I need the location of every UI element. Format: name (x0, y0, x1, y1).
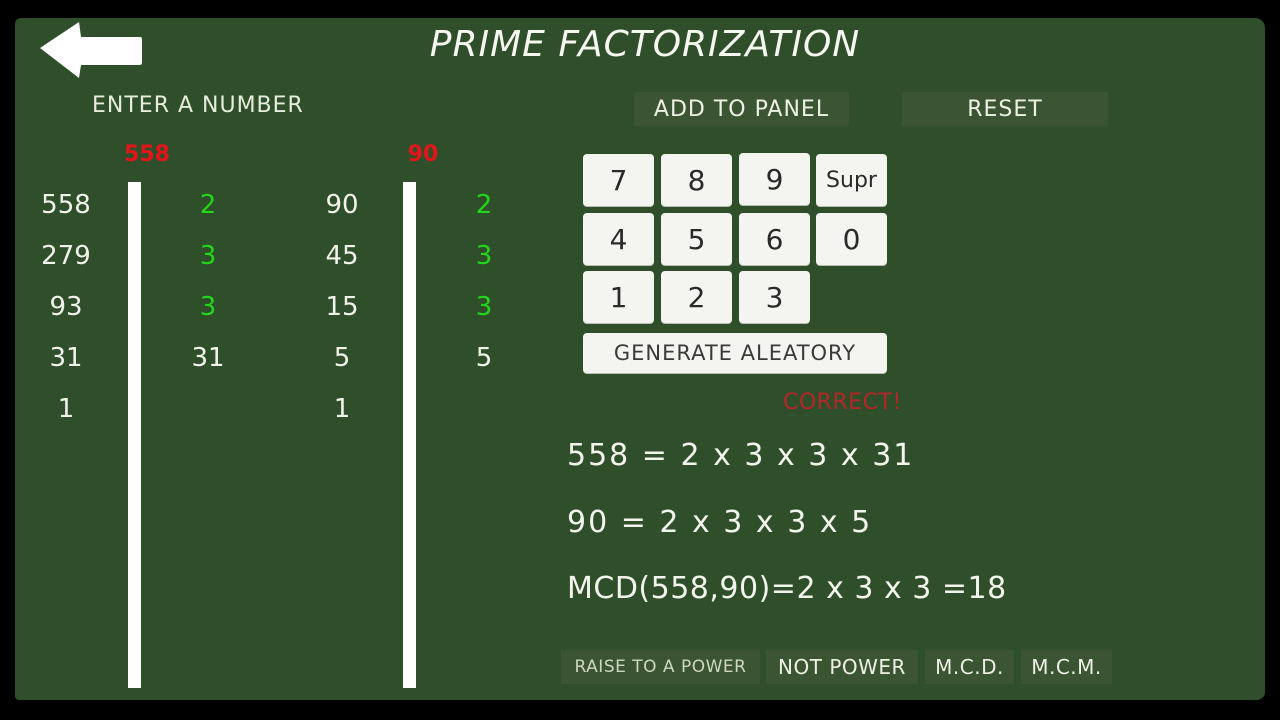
dividend-column-2: 90 45 15 5 1 (297, 182, 387, 437)
divisor-correct: 3 (199, 292, 217, 322)
number-header-2: 90 (407, 142, 439, 167)
factorization-line-2: 90 = 2 x 3 x 3 x 5 (567, 505, 873, 540)
key-3[interactable]: 3 (739, 271, 810, 323)
key-7[interactable]: 7 (583, 154, 654, 206)
dividend: 45 (325, 241, 359, 271)
dividend: 31 (49, 343, 83, 373)
divisor-correct: 3 (199, 241, 217, 271)
divisor-correct: 3 (475, 241, 493, 271)
back-button[interactable] (38, 20, 144, 80)
divisor-correct: 2 (475, 190, 493, 220)
key-8[interactable]: 8 (661, 154, 732, 206)
reset-button[interactable]: RESET (902, 92, 1108, 126)
dividend: 93 (49, 292, 83, 322)
key-4[interactable]: 4 (583, 213, 654, 265)
dividend: 1 (57, 394, 75, 424)
division-bar-1 (128, 182, 141, 688)
divisor-correct: 2 (199, 190, 217, 220)
divisor: 5 (475, 343, 493, 373)
mcm-button[interactable]: M.C.M. (1021, 650, 1112, 684)
dividend: 1 (333, 394, 351, 424)
dividend-column-1: 558 279 93 31 1 (21, 182, 111, 437)
number-header-1: 558 (124, 142, 170, 167)
factorization-line-1: 558 = 2 x 3 x 3 x 31 (567, 438, 915, 473)
not-power-button[interactable]: NOT POWER (766, 650, 918, 684)
key-0[interactable]: 0 (816, 213, 887, 265)
divisor: 31 (191, 343, 225, 373)
key-5[interactable]: 5 (661, 213, 732, 265)
status-message: CORRECT! (783, 390, 902, 415)
arrow-left-icon (40, 22, 142, 78)
enter-number-label: ENTER A NUMBER (92, 93, 304, 118)
dividend: 5 (333, 343, 351, 373)
dividend: 15 (325, 292, 359, 322)
mcd-button[interactable]: M.C.D. (925, 650, 1014, 684)
key-6[interactable]: 6 (739, 213, 810, 265)
key-2[interactable]: 2 (661, 271, 732, 323)
add-to-panel-button[interactable]: ADD TO PANEL (634, 92, 849, 126)
raise-to-power-button[interactable]: RAISE TO A POWER (561, 650, 760, 684)
division-bar-2 (403, 182, 416, 688)
divisor-correct: 3 (475, 292, 493, 322)
divisor-column-2: 2 3 3 5 (439, 182, 529, 386)
key-9[interactable]: 9 (739, 153, 810, 205)
divisor-column-1: 2 3 3 31 (163, 182, 253, 386)
page-title: PRIME FACTORIZATION (429, 24, 861, 65)
mcd-result-line: MCD(558,90)=2 x 3 x 3 =18 (567, 571, 1007, 606)
dividend: 90 (325, 190, 359, 220)
generate-aleatory-button[interactable]: GENERATE ALEATORY (583, 333, 887, 373)
key-delete[interactable]: Supr (816, 154, 887, 206)
dividend: 279 (41, 241, 91, 271)
key-1[interactable]: 1 (583, 271, 654, 323)
dividend: 558 (41, 190, 91, 220)
